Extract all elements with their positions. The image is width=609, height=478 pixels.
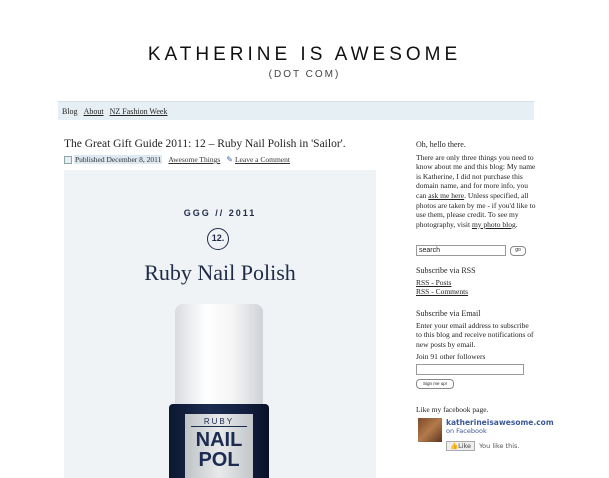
thumbs-up-icon: 👍: [450, 442, 459, 450]
label-line-1: NAIL: [195, 429, 243, 451]
intro-text-end: .: [515, 219, 518, 229]
image-number: 12.: [207, 228, 229, 250]
published-date: Published December 8, 2011: [74, 155, 163, 164]
image-title: Ruby Nail Polish: [144, 260, 296, 285]
pencil-icon: ✎: [226, 155, 233, 164]
category-link[interactable]: Awesome Things: [168, 155, 220, 164]
facebook-page-name[interactable]: katherineisawesome.com: [446, 418, 554, 427]
facebook-like-box: katherineisawesome.com on Facebook 👍Like…: [418, 418, 554, 451]
calendar-icon: [64, 155, 72, 164]
signup-button[interactable]: Sign me up!: [416, 378, 454, 389]
sidebar: Oh, hello there. There are only three th…: [416, 140, 536, 229]
bottle-label: RUBY NAIL POL: [185, 414, 253, 478]
nav-item-blog[interactable]: Blog: [62, 107, 78, 116]
rss-comments-link[interactable]: RSS - Comments: [416, 287, 468, 296]
email-text: Enter your email address to subscribe to…: [416, 320, 534, 349]
ask-me-link[interactable]: ask me here: [428, 191, 464, 200]
you-like-text: You like this.: [479, 442, 520, 450]
followers-count: Join 91 other followers: [416, 352, 486, 362]
nav-bar: Blog About NZ Fashion Week: [58, 101, 534, 120]
facebook-heading: Like my facebook page.: [416, 405, 489, 414]
bottle-cap: [175, 304, 263, 404]
sidebar-greeting: Oh, hello there.: [416, 140, 466, 149]
site-subtitle: (DOT COM): [268, 69, 341, 80]
like-label: Like: [458, 442, 472, 450]
post-meta: Published December 8, 2011 Awesome Thing…: [64, 155, 290, 164]
search-input[interactable]: search: [416, 245, 506, 256]
leave-comment-link[interactable]: Leave a Comment: [235, 155, 290, 164]
search-go-button[interactable]: go: [510, 245, 526, 256]
label-brand: RUBY: [191, 414, 247, 427]
rss-posts-link[interactable]: RSS - Posts: [416, 278, 451, 287]
facebook-on-label[interactable]: on Facebook: [446, 427, 554, 435]
image-tag: GGG // 2011: [183, 208, 257, 218]
search-row: search go: [416, 245, 526, 256]
photo-blog-link[interactable]: my photo blog: [472, 220, 516, 229]
facebook-avatar[interactable]: [418, 418, 442, 442]
rss-heading: Subscribe via RSS: [416, 266, 476, 275]
email-heading: Subscribe via Email: [416, 309, 481, 318]
email-section: Subscribe via Email Enter your email add…: [416, 309, 534, 389]
email-input[interactable]: [416, 363, 524, 375]
nav-item-nz-fashion-week[interactable]: NZ Fashion Week: [110, 107, 168, 116]
post-title[interactable]: The Great Gift Guide 2011: 12 – Ruby Nai…: [64, 138, 346, 150]
site-title[interactable]: KATHERINE IS AWESOME: [0, 44, 609, 66]
sidebar-intro: There are only three things you need to …: [416, 153, 536, 230]
rss-section: Subscribe via RSS RSS - Posts RSS - Comm…: [416, 266, 536, 297]
facebook-like-button[interactable]: 👍Like: [446, 441, 476, 451]
post-image: GGG // 2011 12. Ruby Nail Polish RUBY NA…: [64, 170, 376, 478]
label-line-2: POL: [198, 449, 240, 471]
nav-item-about[interactable]: About: [84, 107, 104, 116]
